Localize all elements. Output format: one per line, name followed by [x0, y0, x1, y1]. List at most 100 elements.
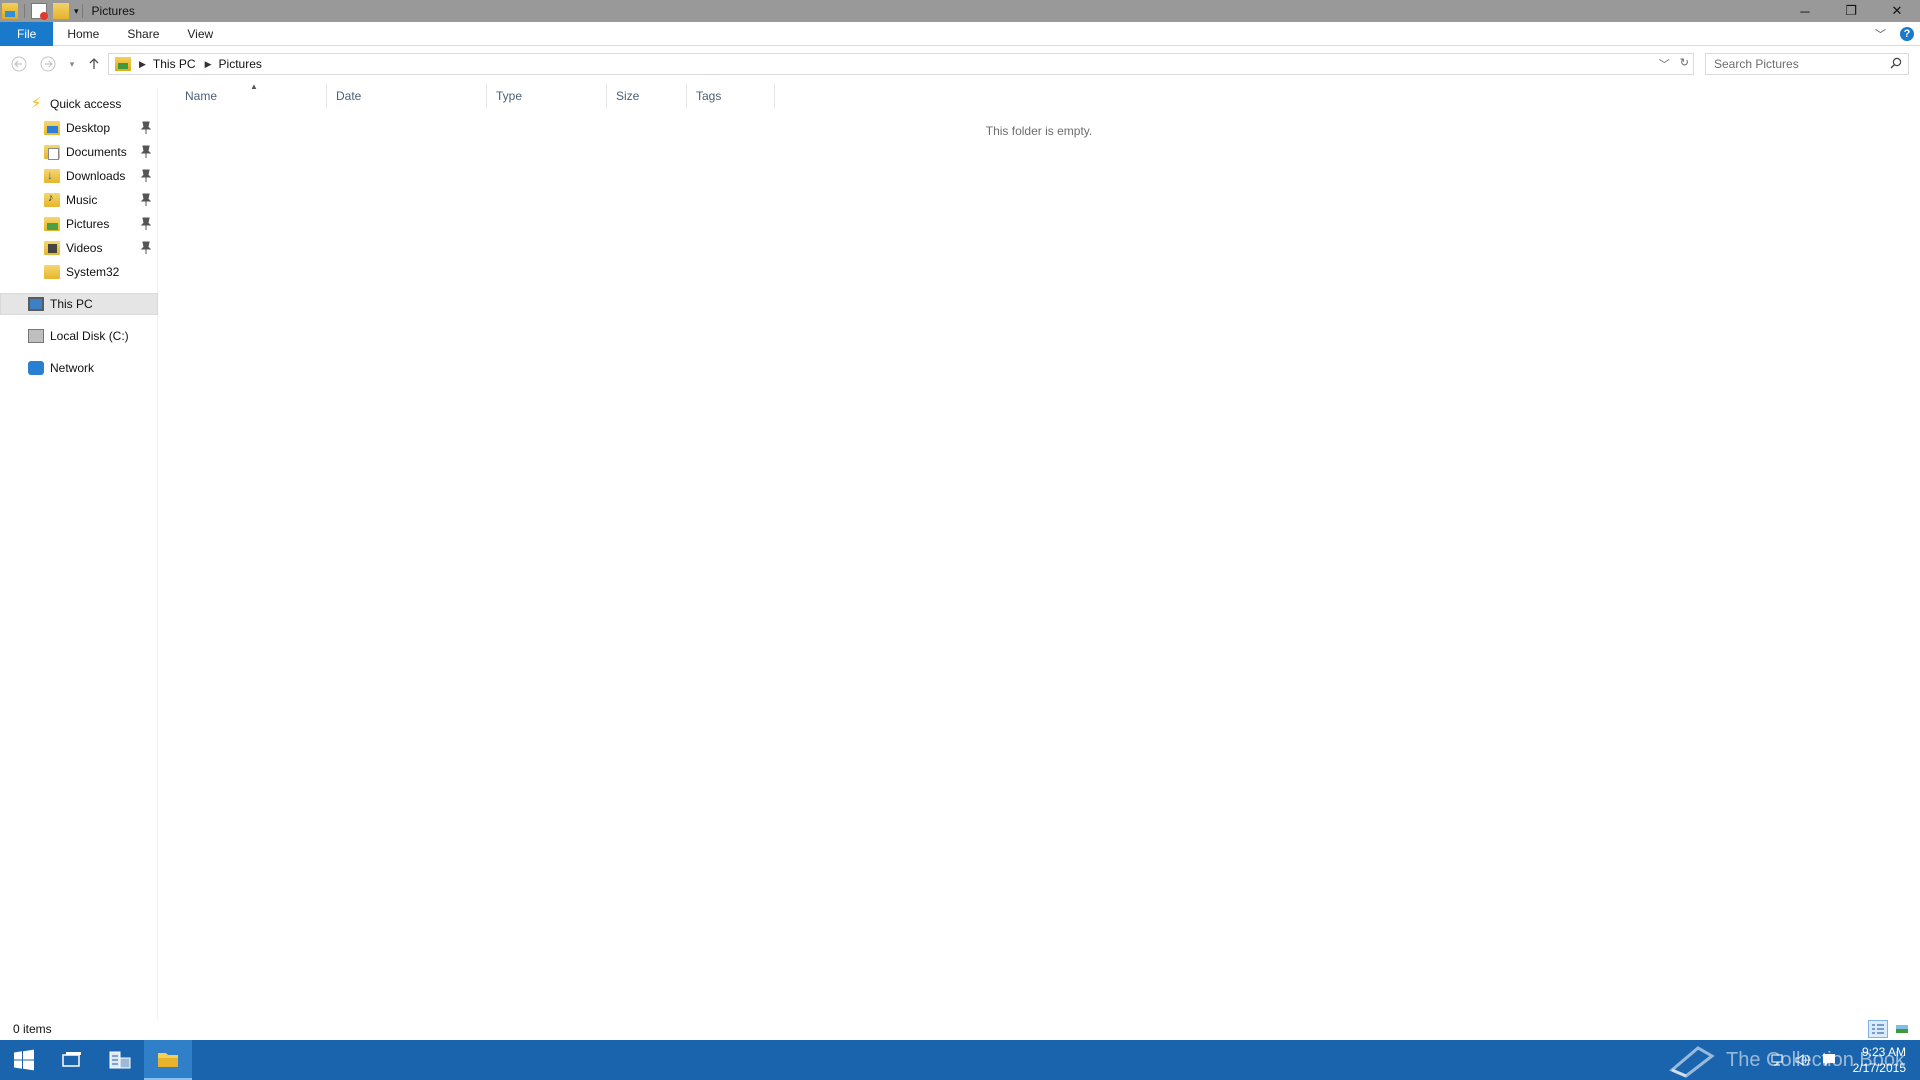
pin-icon[interactable] — [140, 241, 152, 255]
windows-logo-icon — [14, 1049, 34, 1071]
downloads-folder-icon — [44, 168, 60, 183]
breadcrumb-pictures[interactable]: Pictures — [219, 57, 262, 71]
ribbon-controls: ﹀ ? — [1875, 26, 1914, 42]
clock-time: 9:23 AM — [1861, 1045, 1906, 1059]
column-header-label: Tags — [696, 89, 722, 103]
sidebar-item-this-pc[interactable]: This PC — [0, 293, 158, 315]
new-folder-icon[interactable] — [53, 3, 69, 19]
sidebar-item-music[interactable]: Music — [0, 189, 158, 211]
tab-view[interactable]: View — [173, 22, 227, 46]
large-icons-view-button[interactable] — [1892, 1020, 1912, 1038]
breadcrumb-separator-icon[interactable]: ▶ — [139, 59, 146, 70]
search-input[interactable] — [1714, 57, 1884, 71]
up-button[interactable] — [84, 54, 104, 74]
search-icon[interactable] — [1890, 57, 1902, 69]
pin-icon[interactable] — [140, 145, 152, 159]
expand-ribbon-chevron-icon[interactable]: ﹀ — [1875, 26, 1886, 42]
sidebar-item-downloads[interactable]: Downloads — [0, 165, 158, 187]
sidebar-item-label: Documents — [66, 145, 127, 159]
navigation-bar: ▾ ▶ This PC ▶ Pictures ﹀ ↻ — [0, 52, 1920, 76]
breadcrumb-this-pc[interactable]: This PC — [153, 57, 196, 71]
item-count: 0 items — [13, 1022, 52, 1036]
title-bar: ▾ Pictures ─ ❐ ✕ — [0, 0, 1920, 22]
restore-button[interactable]: ❐ — [1828, 0, 1874, 22]
sidebar-item-label: System32 — [66, 265, 120, 279]
pin-icon[interactable] — [140, 193, 152, 207]
videos-folder-icon — [44, 241, 60, 255]
tab-share[interactable]: Share — [113, 22, 173, 46]
sort-ascending-icon: ▲ — [250, 82, 258, 91]
column-header-date[interactable]: Date — [327, 84, 487, 108]
forward-button[interactable] — [38, 54, 58, 74]
file-explorer-taskbar-button[interactable] — [144, 1040, 192, 1080]
tab-home[interactable]: Home — [53, 22, 113, 46]
column-header-label: Type — [496, 89, 523, 103]
music-folder-icon — [44, 192, 60, 207]
column-header-label: Date — [336, 89, 362, 103]
network-status-icon[interactable] — [1769, 1052, 1785, 1068]
navigation-pane: ⚡ Quick access Desktop Documents Downloa… — [0, 88, 158, 1020]
sidebar-item-local-disk[interactable]: Local Disk (C:) — [0, 325, 158, 347]
book-logo-icon — [1669, 1046, 1715, 1078]
sidebar-item-label: Local Disk (C:) — [50, 329, 129, 343]
quick-access-star-icon: ⚡ — [30, 95, 42, 112]
search-box[interactable] — [1705, 53, 1909, 75]
recent-locations-dropdown-icon[interactable]: ▾ — [62, 54, 82, 74]
tab-file[interactable]: File — [0, 21, 54, 46]
network-tray-icon — [1771, 1054, 1783, 1066]
pin-icon[interactable] — [140, 217, 152, 231]
drive-icon — [28, 329, 44, 343]
forward-arrow-icon — [40, 56, 56, 72]
server-manager-button[interactable] — [96, 1040, 144, 1080]
folder-icon — [44, 265, 60, 279]
sidebar-item-pictures[interactable]: Pictures — [0, 213, 158, 235]
window-title: Pictures — [91, 4, 135, 18]
column-header-tags[interactable]: Tags — [687, 84, 775, 108]
sidebar-item-label: Pictures — [66, 217, 110, 231]
column-header-label: Name — [185, 89, 218, 103]
close-button[interactable]: ✕ — [1874, 0, 1920, 22]
start-button[interactable] — [0, 1040, 48, 1080]
network-icon — [28, 361, 44, 375]
quick-access-toolbar: ▾ — [0, 0, 86, 22]
qat-separator — [81, 4, 83, 18]
quick-access-label: Quick access — [50, 97, 122, 111]
properties-icon[interactable] — [31, 3, 48, 20]
server-manager-icon — [109, 1051, 131, 1069]
address-history-dropdown-icon[interactable]: ﹀ — [1659, 56, 1670, 72]
details-view-button[interactable] — [1868, 1020, 1888, 1038]
details-view-icon — [1872, 1024, 1884, 1034]
address-tools: ﹀ ↻ — [1659, 56, 1689, 72]
sidebar-item-label: Downloads — [66, 169, 126, 183]
sidebar-item-network[interactable]: Network — [0, 357, 158, 379]
column-header-type[interactable]: Type — [487, 84, 607, 108]
back-button[interactable] — [9, 54, 29, 74]
column-header-label: Size — [616, 89, 640, 103]
quick-access-item[interactable]: ⚡ Quick access — [0, 93, 158, 115]
view-switcher — [1868, 1020, 1912, 1038]
sidebar-item-documents[interactable]: Documents — [0, 141, 158, 163]
task-view-icon — [62, 1052, 81, 1067]
column-header-size[interactable]: Size — [607, 84, 687, 108]
column-header-name[interactable]: ▲ Name — [176, 82, 327, 108]
pin-icon[interactable] — [140, 169, 152, 183]
volume-icon[interactable] — [1795, 1052, 1811, 1068]
window-controls: ─ ❐ ✕ — [1782, 0, 1920, 22]
help-icon[interactable]: ? — [1900, 27, 1914, 41]
action-center-icon[interactable] — [1821, 1052, 1837, 1068]
ribbon: File Home Share View ﹀ ? — [0, 21, 1920, 46]
qat-separator — [24, 4, 25, 18]
file-explorer-icon[interactable] — [2, 3, 18, 19]
clock[interactable]: 9:23 AM 2/17/2015 — [1853, 1044, 1906, 1076]
sidebar-item-label: Network — [50, 361, 95, 375]
refresh-icon[interactable]: ↻ — [1680, 56, 1689, 72]
address-bar[interactable]: ▶ This PC ▶ Pictures ﹀ ↻ — [108, 53, 1694, 75]
minimize-button[interactable]: ─ — [1782, 0, 1828, 22]
pictures-location-icon — [115, 57, 131, 71]
sidebar-item-videos[interactable]: Videos — [0, 237, 158, 259]
customize-qat-dropdown-icon[interactable]: ▾ — [74, 6, 79, 17]
sidebar-item-system32[interactable]: System32 — [0, 261, 158, 283]
breadcrumb-separator-icon[interactable]: ▶ — [205, 59, 212, 70]
speaker-icon — [1795, 1054, 1810, 1066]
task-view-button[interactable] — [48, 1040, 96, 1080]
